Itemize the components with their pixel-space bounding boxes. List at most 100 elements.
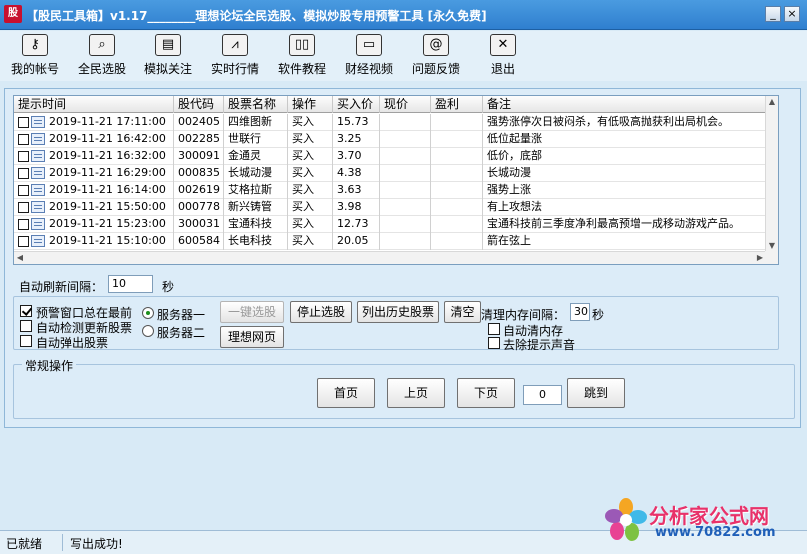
cell-code: 002619 xyxy=(174,182,224,199)
tutorial-button[interactable]: ▯▯ 软件教程 xyxy=(269,34,335,77)
cell-time: 2019-11-21 15:50:00 xyxy=(45,199,174,216)
row-checkbox[interactable] xyxy=(18,202,29,213)
row-checkbox[interactable] xyxy=(18,117,29,128)
column-header-current-price[interactable]: 现价 xyxy=(380,96,431,113)
cell-note: 箭在弦上 xyxy=(487,234,531,247)
mute-alert-checkbox[interactable] xyxy=(488,337,500,349)
jump-page-button[interactable]: 跳到 xyxy=(567,378,625,408)
cell-name: 长城动漫 xyxy=(224,165,288,182)
cell-operation: 买入 xyxy=(288,165,333,182)
one-click-pick-button[interactable]: 一键选股 xyxy=(220,301,284,323)
column-header-operation[interactable]: 操作 xyxy=(288,96,333,113)
row-checkbox[interactable] xyxy=(18,236,29,247)
cell-code: 002285 xyxy=(174,131,224,148)
close-button[interactable]: × xyxy=(784,6,800,22)
tool-label: 全民选股 xyxy=(77,62,126,76)
list-history-button[interactable]: 列出历史股票 xyxy=(357,301,439,323)
cell-buy-price: 15.73 xyxy=(333,114,380,131)
app-logo-icon: 股 xyxy=(4,5,22,23)
scroll-corner xyxy=(765,251,778,264)
refresh-interval-input[interactable]: 10 xyxy=(108,275,153,293)
table-row[interactable]: 2019-11-21 16:29:00 000835 长城动漫 买入 4.38 … xyxy=(14,165,766,182)
scroll-left-icon[interactable]: ◀ xyxy=(14,252,26,264)
minimize-button[interactable]: _ xyxy=(765,6,781,22)
server1-radio[interactable] xyxy=(142,307,154,319)
vertical-scrollbar[interactable]: ▲ ▼ xyxy=(765,96,778,252)
cell-operation: 买入 xyxy=(288,114,333,131)
realtime-quotes-button[interactable]: ⩘ 实时行情 xyxy=(202,34,268,77)
row-checkbox[interactable] xyxy=(18,168,29,179)
cell-profit xyxy=(431,199,483,216)
cell-buy-price: 3.70 xyxy=(333,148,380,165)
site-watermark: 分析家公式网 www.70822.com xyxy=(603,496,805,546)
my-account-button[interactable]: ⚷ 我的帐号 xyxy=(2,34,68,77)
column-header-profit[interactable]: 盈利 xyxy=(431,96,483,113)
cell-code: 000835 xyxy=(174,165,224,182)
cell-code: 600584 xyxy=(174,233,224,250)
horizontal-scrollbar[interactable]: ◀ ▶ xyxy=(14,251,766,264)
server2-radio[interactable] xyxy=(142,325,154,337)
tool-label: 退出 xyxy=(490,62,515,76)
exit-button[interactable]: ✕ 退出 xyxy=(470,34,536,77)
next-page-button[interactable]: 下页 xyxy=(457,378,515,408)
column-header-name[interactable]: 股票名称 xyxy=(224,96,288,113)
tool-label: 我的帐号 xyxy=(10,62,59,76)
cell-profit xyxy=(431,182,483,199)
cell-operation: 买入 xyxy=(288,233,333,250)
cell-operation: 买入 xyxy=(288,199,333,216)
cell-note: 低价，底部 xyxy=(487,149,542,162)
auto-popup-checkbox[interactable] xyxy=(20,335,32,347)
table-row[interactable]: 2019-11-21 16:42:00 002285 世联行 买入 3.25 低… xyxy=(14,131,766,148)
clear-button[interactable]: 清空 xyxy=(444,301,481,323)
always-on-top-checkbox[interactable] xyxy=(20,305,32,317)
cell-note: 长城动漫 xyxy=(487,166,531,179)
cell-time: 2019-11-21 15:23:00 xyxy=(45,216,174,233)
column-header-note[interactable]: 备注 xyxy=(483,96,766,113)
row-note-icon xyxy=(31,218,45,230)
scroll-up-icon[interactable]: ▲ xyxy=(766,96,778,108)
page-number-input[interactable]: 0 xyxy=(523,385,562,405)
cell-operation: 买入 xyxy=(288,148,333,165)
table-row[interactable]: 2019-11-21 17:11:00 002405 四维图新 买入 15.73… xyxy=(14,114,766,131)
simulated-watch-button[interactable]: ▤ 模拟关注 xyxy=(135,34,201,77)
table-row[interactable]: 2019-11-21 16:32:00 300091 金通灵 买入 3.70 低… xyxy=(14,148,766,165)
table-header: 提示时间 股代码 股票名称 操作 买入价 现价 盈利 备注 xyxy=(14,96,766,113)
table-row[interactable]: 2019-11-21 15:50:00 000778 新兴铸管 买入 3.98 … xyxy=(14,199,766,216)
cell-time: 2019-11-21 16:14:00 xyxy=(45,182,174,199)
cell-operation: 买入 xyxy=(288,182,333,199)
cell-name: 艾格拉斯 xyxy=(224,182,288,199)
cell-profit xyxy=(431,131,483,148)
server1-label: 服务器一 xyxy=(157,308,206,322)
table-row[interactable]: 2019-11-21 15:23:00 300031 宝通科技 买入 12.73… xyxy=(14,216,766,233)
auto-clean-memory-checkbox[interactable] xyxy=(488,323,500,335)
auto-check-update-checkbox[interactable] xyxy=(20,320,32,332)
toolbar: ⚷ 我的帐号 ⌕ 全民选股 ▤ 模拟关注 ⩘ 实时行情 ▯▯ 软件教程 ▭ 财经… xyxy=(0,31,807,81)
cell-profit xyxy=(431,216,483,233)
column-header-time[interactable]: 提示时间 xyxy=(14,96,174,113)
row-checkbox[interactable] xyxy=(18,185,29,196)
options-group: 预警窗口总在最前 自动检测更新股票 自动弹出股票 服务器一 服务器二 一键选股 … xyxy=(13,296,779,352)
cell-note: 强势涨停次日被闷杀，有低吸高抛获利出局机会。 xyxy=(487,115,729,128)
tool-label: 软件教程 xyxy=(277,62,326,76)
feedback-button[interactable]: @ 问题反馈 xyxy=(403,34,469,77)
prev-page-button[interactable]: 上页 xyxy=(387,378,445,408)
column-header-buy-price[interactable]: 买入价 xyxy=(333,96,380,113)
watermark-url: www.70822.com xyxy=(655,525,776,540)
table-row[interactable]: 2019-11-21 15:10:00 600584 长电科技 买入 20.05… xyxy=(14,233,766,250)
title-bar[interactable]: 股 【股民工具箱】v1.17________理想论坛全民选股、模拟炒股专用预警工… xyxy=(0,0,807,30)
row-note-icon xyxy=(31,184,45,196)
cell-time: 2019-11-21 16:32:00 xyxy=(45,148,174,165)
first-page-button[interactable]: 首页 xyxy=(317,378,375,408)
table-row[interactable]: 2019-11-21 16:14:00 002619 艾格拉斯 买入 3.63 … xyxy=(14,182,766,199)
finance-video-button[interactable]: ▭ 财经视频 xyxy=(336,34,402,77)
stock-picking-button[interactable]: ⌕ 全民选股 xyxy=(69,34,135,77)
row-checkbox[interactable] xyxy=(18,134,29,145)
row-checkbox[interactable] xyxy=(18,219,29,230)
stop-pick-button[interactable]: 停止选股 xyxy=(290,301,352,323)
row-note-icon xyxy=(31,116,45,128)
row-checkbox[interactable] xyxy=(18,151,29,162)
cell-code: 300031 xyxy=(174,216,224,233)
memory-interval-input[interactable]: 30 xyxy=(570,303,590,321)
column-header-code[interactable]: 股代码 xyxy=(174,96,224,113)
forum-web-button[interactable]: 理想网页 xyxy=(220,326,284,348)
